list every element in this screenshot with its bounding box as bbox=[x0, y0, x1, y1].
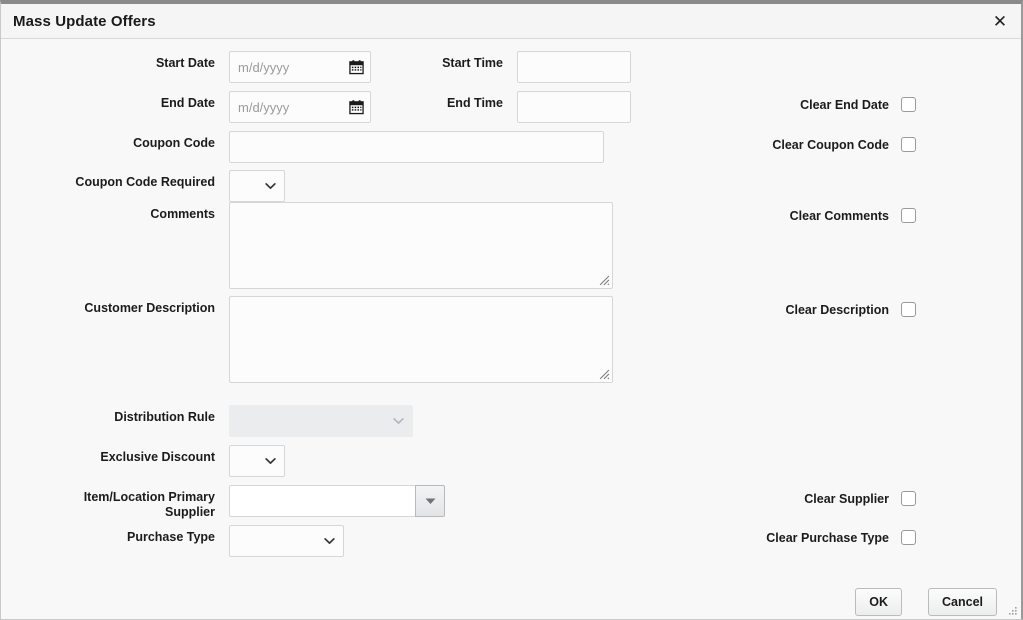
close-icon[interactable]: ✕ bbox=[989, 10, 1011, 32]
row-end-date: End Date m/d/yyyy End Time bbox=[1, 91, 701, 123]
purchase-type-select[interactable] bbox=[229, 525, 344, 557]
customer-description-field bbox=[229, 296, 613, 383]
row-item-location-primary-supplier: Item/Location Primary Supplier bbox=[1, 485, 701, 520]
end-date-field bbox=[229, 91, 371, 123]
mass-update-offers-dialog: Mass Update Offers ✕ Start Date m/d/yyyy… bbox=[0, 0, 1023, 620]
clear-comments-checkbox[interactable] bbox=[901, 208, 916, 223]
clear-purchase-type-checkbox[interactable] bbox=[901, 530, 916, 545]
coupon-code-required-label: Coupon Code Required bbox=[75, 175, 215, 189]
comments-label: Comments bbox=[150, 207, 215, 221]
coupon-code-label: Coupon Code bbox=[133, 136, 215, 150]
clear-end-date-label: Clear End Date bbox=[800, 97, 889, 112]
clear-comments-row: Clear Comments bbox=[790, 208, 916, 223]
row-distribution-rule: Distribution Rule bbox=[1, 405, 701, 437]
clear-description-row: Clear Description bbox=[785, 302, 916, 317]
end-date-label: End Date bbox=[160, 96, 215, 110]
dialog-title: Mass Update Offers bbox=[13, 12, 156, 30]
dialog-resize-grip-icon[interactable] bbox=[1006, 606, 1018, 618]
customer-description-label: Customer Description bbox=[84, 301, 215, 315]
dialog-titlebar: Mass Update Offers ✕ bbox=[1, 4, 1021, 39]
row-customer-description: Customer Description bbox=[1, 296, 701, 383]
calendar-icon[interactable] bbox=[349, 100, 364, 115]
clear-coupon-code-checkbox[interactable] bbox=[901, 137, 916, 152]
start-date-field bbox=[229, 51, 371, 83]
clear-supplier-label: Clear Supplier bbox=[804, 491, 889, 506]
start-date-label: Start Date bbox=[155, 56, 215, 70]
clear-coupon-code-row: Clear Coupon Code bbox=[772, 137, 916, 152]
distribution-rule-select bbox=[229, 405, 413, 437]
clear-coupon-code-label: Clear Coupon Code bbox=[772, 137, 889, 152]
start-time-input[interactable] bbox=[517, 51, 631, 83]
exclusive-discount-label: Exclusive Discount bbox=[100, 450, 215, 464]
start-time-label: Start Time bbox=[442, 56, 503, 70]
clear-end-date-checkbox[interactable] bbox=[901, 97, 916, 112]
distribution-rule-label: Distribution Rule bbox=[114, 410, 215, 424]
coupon-code-input[interactable] bbox=[229, 131, 604, 163]
clear-end-date-row: Clear End Date bbox=[800, 97, 916, 112]
clear-comments-label: Clear Comments bbox=[789, 208, 889, 223]
clear-description-label: Clear Description bbox=[785, 302, 889, 317]
chevron-down-icon bbox=[265, 183, 276, 189]
row-comments: Comments bbox=[1, 202, 701, 289]
row-coupon-code-required: Coupon Code Required bbox=[1, 170, 701, 202]
dialog-footer: OK Cancel bbox=[1, 588, 1021, 619]
ok-button[interactable]: OK bbox=[855, 588, 902, 616]
comments-field bbox=[229, 202, 613, 289]
comments-textarea[interactable] bbox=[229, 202, 613, 289]
clear-description-checkbox[interactable] bbox=[901, 302, 916, 317]
clear-supplier-checkbox[interactable] bbox=[901, 491, 916, 506]
item-location-primary-supplier-label: Item/Location Primary Supplier bbox=[83, 490, 215, 519]
chevron-down-icon bbox=[393, 418, 404, 424]
cancel-button[interactable]: Cancel bbox=[928, 588, 997, 616]
dialog-body: Start Date m/d/yyyy Start Time End Date … bbox=[1, 39, 1021, 588]
dropdown-triangle-icon bbox=[425, 498, 435, 504]
clear-supplier-row: Clear Supplier bbox=[804, 491, 916, 506]
row-purchase-type: Purchase Type bbox=[1, 525, 701, 557]
customer-description-textarea[interactable] bbox=[229, 296, 613, 383]
row-start-date: Start Date m/d/yyyy Start Time bbox=[1, 51, 701, 83]
purchase-type-label: Purchase Type bbox=[126, 530, 215, 544]
exclusive-discount-select[interactable] bbox=[229, 445, 285, 477]
item-location-primary-supplier-input[interactable] bbox=[229, 485, 415, 517]
item-location-primary-supplier-field bbox=[229, 485, 445, 517]
clear-purchase-type-label: Clear Purchase Type bbox=[766, 530, 889, 545]
item-location-primary-supplier-dropdown-button[interactable] bbox=[415, 485, 445, 517]
row-exclusive-discount: Exclusive Discount bbox=[1, 445, 701, 477]
coupon-code-required-select[interactable] bbox=[229, 170, 285, 202]
chevron-down-icon bbox=[324, 538, 335, 544]
chevron-down-icon bbox=[265, 458, 276, 464]
row-coupon-code: Coupon Code bbox=[1, 131, 701, 163]
clear-purchase-type-row: Clear Purchase Type bbox=[766, 530, 916, 545]
calendar-icon[interactable] bbox=[349, 60, 364, 75]
end-time-label: End Time bbox=[446, 96, 503, 110]
end-time-input[interactable] bbox=[517, 91, 631, 123]
